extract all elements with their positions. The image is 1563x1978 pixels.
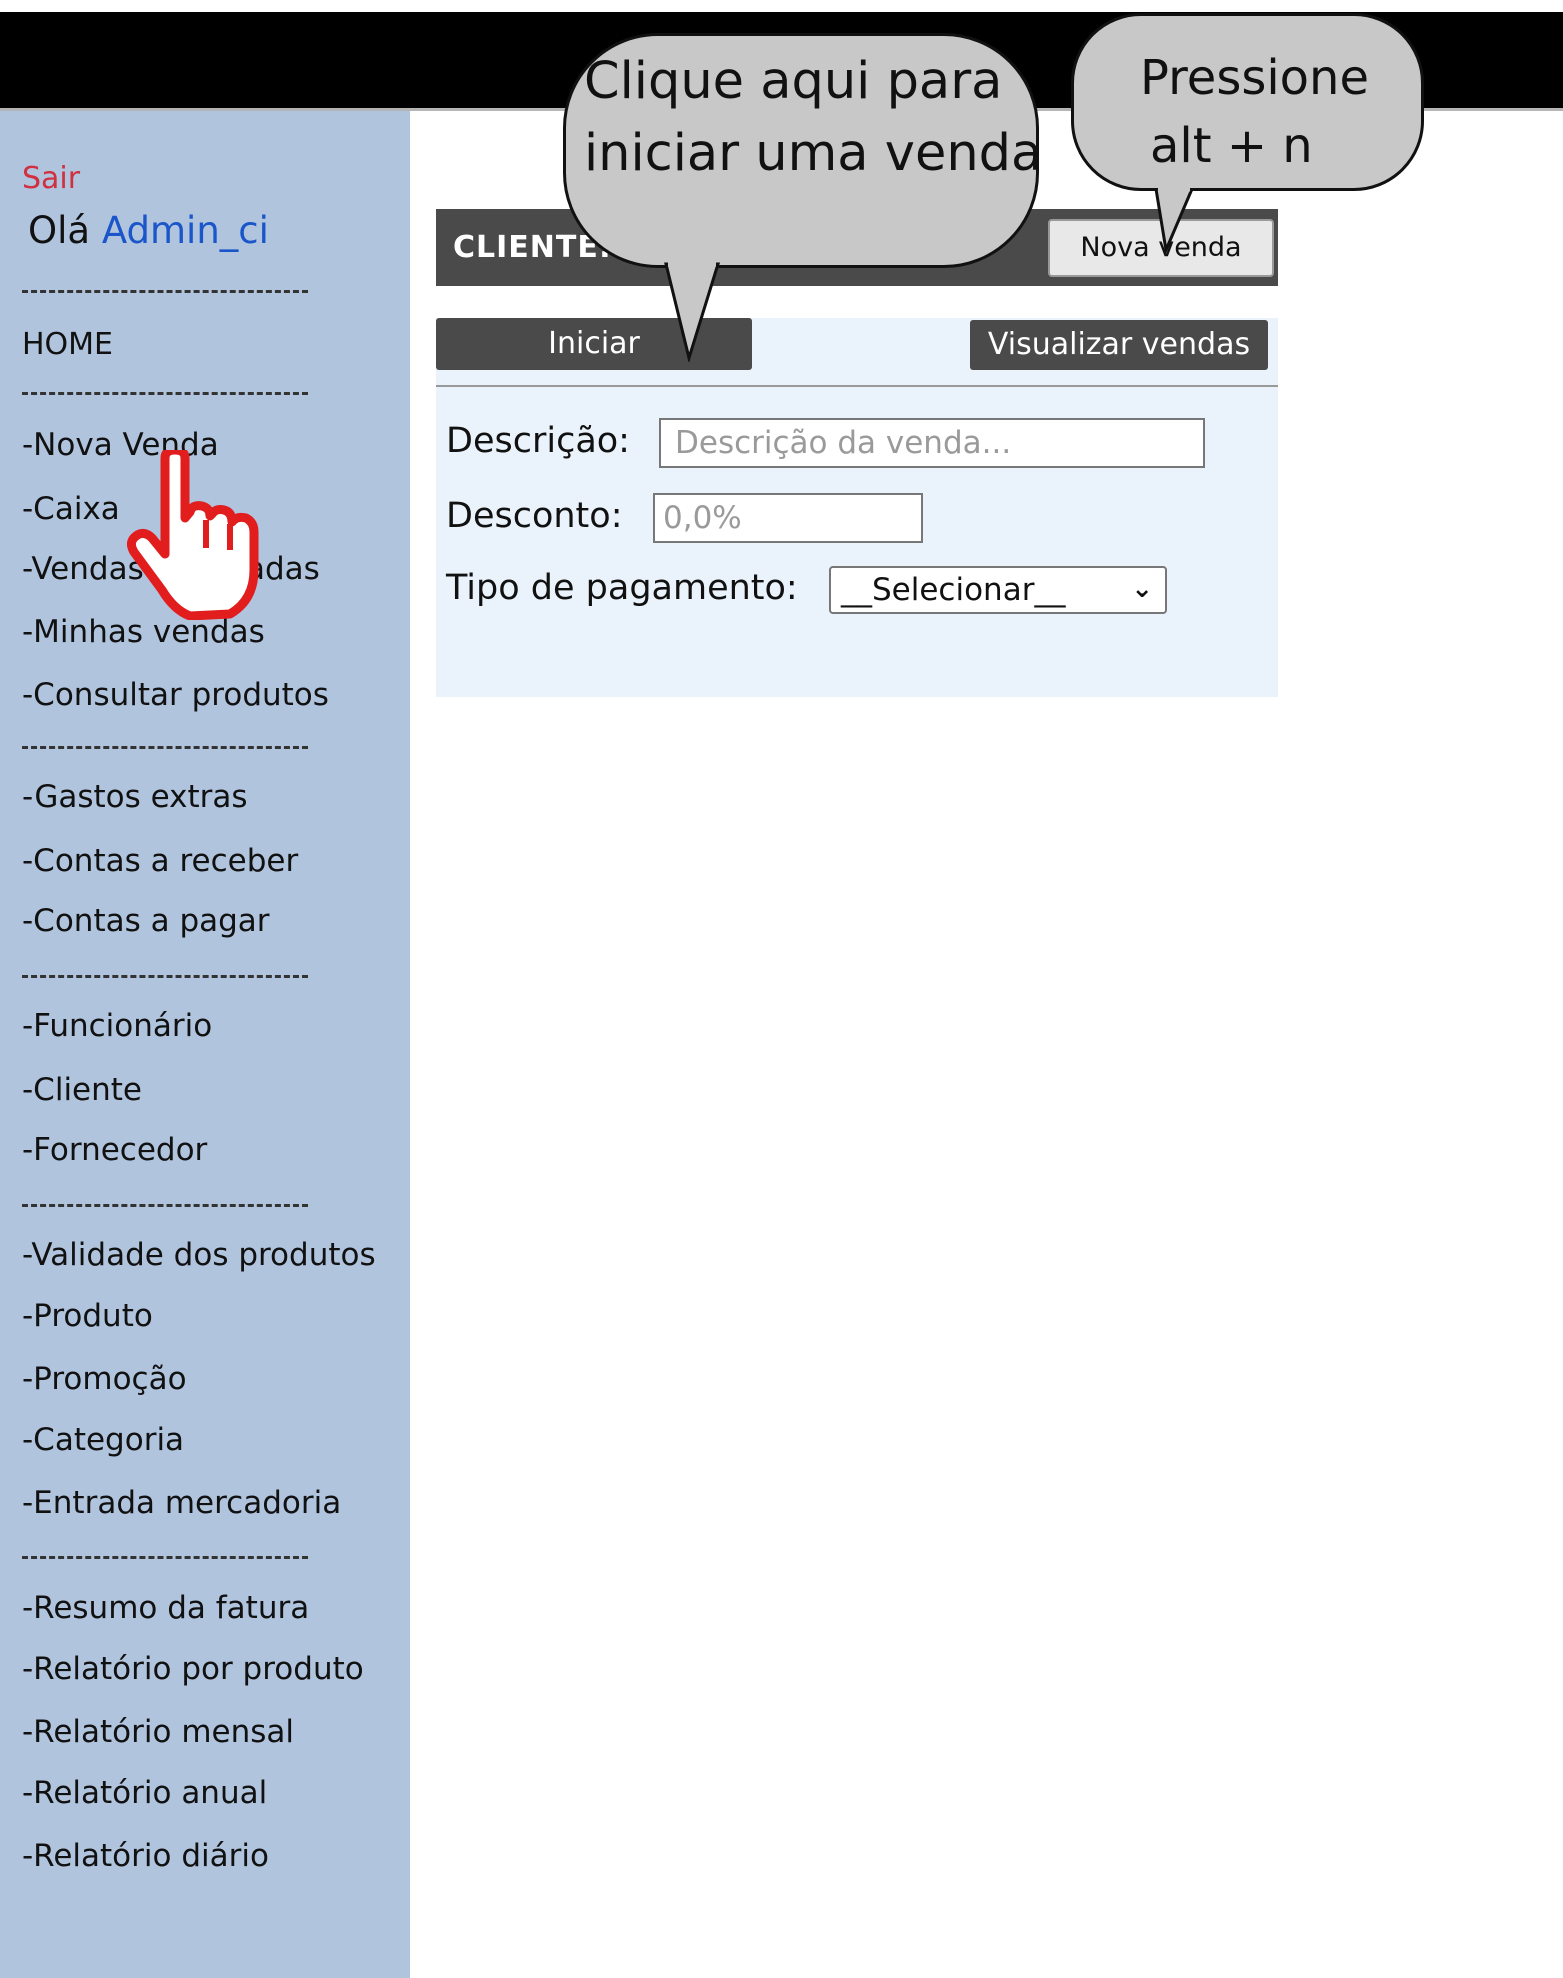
sidebar-item-funcionario[interactable]: -Funcionário xyxy=(22,1008,212,1044)
chevron-down-icon: ⌄ xyxy=(1131,574,1153,604)
sidebar-item-contas-receber[interactable]: -Contas a receber xyxy=(22,843,298,879)
sidebar-item-cliente[interactable]: -Cliente xyxy=(22,1072,142,1108)
hand-pointer-icon xyxy=(126,450,259,620)
sidebar-item-resumo-fatura[interactable]: -Resumo da fatura xyxy=(22,1590,309,1626)
view-sales-button[interactable]: Visualizar vendas xyxy=(970,320,1268,370)
sidebar-separator xyxy=(22,975,308,978)
greeting: Olá Admin_ci xyxy=(28,209,269,252)
sidebar-item-relatorio-produto[interactable]: -Relatório por produto xyxy=(22,1651,364,1687)
start-hint-tail xyxy=(664,262,721,362)
payment-type-select[interactable]: __Selecionar__ ⌄ xyxy=(829,566,1167,614)
sidebar-item-gastos-extras[interactable]: -Gastos extras xyxy=(22,779,248,815)
sidebar-item-produto[interactable]: -Produto xyxy=(22,1298,153,1334)
sidebar-separator xyxy=(22,392,308,395)
sidebar-item-relatorio-anual[interactable]: -Relatório anual xyxy=(22,1775,267,1811)
start-hint-line2: iniciar uma venda xyxy=(584,124,1043,183)
sidebar-item-home[interactable]: HOME xyxy=(22,327,113,362)
start-hint-line1: Clique aqui para xyxy=(584,52,1003,111)
sidebar-item-consultar-produtos[interactable]: -Consultar produtos xyxy=(22,677,329,713)
sidebar-separator xyxy=(22,1204,308,1207)
description-label: Descrição: xyxy=(446,421,630,461)
greeting-text: Olá xyxy=(28,209,91,252)
shortcut-hint-line2: alt + n xyxy=(1150,118,1313,174)
discount-input[interactable] xyxy=(653,493,923,543)
payment-type-label: Tipo de pagamento: xyxy=(446,568,798,608)
payment-type-value: __Selecionar__ xyxy=(841,572,1066,608)
sidebar-item-categoria[interactable]: -Categoria xyxy=(22,1422,184,1458)
sidebar-item-contas-pagar[interactable]: -Contas a pagar xyxy=(22,903,270,939)
logout-link[interactable]: Sair xyxy=(22,161,80,196)
description-input[interactable] xyxy=(659,418,1205,468)
sidebar-item-fornecedor[interactable]: -Fornecedor xyxy=(22,1132,207,1168)
username-link[interactable]: Admin_ci xyxy=(102,209,269,252)
sidebar-separator xyxy=(22,290,308,293)
sidebar-item-entrada-mercadoria[interactable]: -Entrada mercadoria xyxy=(22,1485,341,1521)
sidebar-item-validade-produtos[interactable]: -Validade dos produtos xyxy=(22,1237,376,1273)
sidebar-item-relatorio-diario[interactable]: -Relatório diário xyxy=(22,1838,269,1874)
shortcut-hint-line1: Pressione xyxy=(1140,50,1369,106)
sidebar-item-caixa[interactable]: -Caixa xyxy=(22,491,120,527)
sidebar-separator xyxy=(22,746,308,749)
shortcut-hint-tail xyxy=(1154,188,1195,256)
sidebar-item-relatorio-mensal[interactable]: -Relatório mensal xyxy=(22,1714,294,1750)
sidebar-separator xyxy=(22,1556,308,1559)
discount-label: Desconto: xyxy=(446,496,623,536)
sidebar-item-promocao[interactable]: -Promoção xyxy=(22,1361,187,1397)
